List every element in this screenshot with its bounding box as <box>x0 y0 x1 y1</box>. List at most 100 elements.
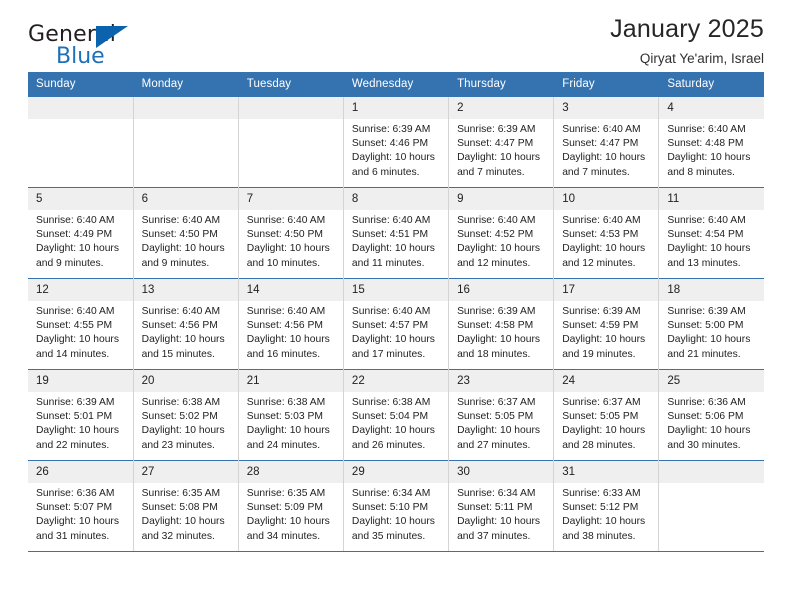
daylight-duration-line1: Daylight: 10 hours <box>141 243 225 255</box>
day-details: Sunrise: 6:33 AM Sunset: 5:12 PM Daylight:… <box>554 483 658 544</box>
calendar-day-cell[interactable]: 21 Sunrise: 6:38 AM Sunset: 5:03 PM Dayligh… <box>238 369 344 461</box>
day-details: Sunrise: 6:36 AM Sunset: 5:06 PM Daylight:… <box>659 392 764 453</box>
sunrise-time: Sunrise: 6:40 AM <box>562 124 641 135</box>
sunset-time: Sunset: 5:04 PM <box>351 411 429 423</box>
daylight-duration-line2: and 10 minutes. <box>246 257 321 269</box>
day-details: Sunrise: 6:40 AM Sunset: 4:56 PM Daylight:… <box>239 301 343 362</box>
day-number: 6 <box>133 188 238 210</box>
calendar-day-cell[interactable]: 24 Sunrise: 6:37 AM Sunset: 5:05 PM Dayligh… <box>553 369 660 461</box>
day-details: Sunrise: 6:40 AM Sunset: 4:54 PM Daylight:… <box>659 210 764 271</box>
calendar-day-cell-empty[interactable] <box>658 460 764 552</box>
sunrise-time: Sunrise: 6:40 AM <box>141 215 221 226</box>
calendar-day-cell[interactable]: 15 Sunrise: 6:40 AM Sunset: 4:57 PM Dayligh… <box>343 278 450 370</box>
calendar-day-cell[interactable]: 13 Sunrise: 6:40 AM Sunset: 4:56 PM Dayligh… <box>133 278 239 370</box>
calendar-day-cell[interactable]: 31 Sunrise: 6:33 AM Sunset: 5:12 PM Dayligh… <box>553 460 660 552</box>
day-details: Sunrise: 6:34 AM Sunset: 5:11 PM Daylight:… <box>449 483 553 544</box>
sunrise-time: Sunrise: 6:40 AM <box>246 215 326 226</box>
day-details: Sunrise: 6:39 AM Sunset: 5:00 PM Daylight:… <box>659 301 764 362</box>
calendar-day-cell[interactable]: 10 Sunrise: 6:40 AM Sunset: 4:53 PM Dayligh… <box>553 187 660 279</box>
calendar-day-cell[interactable]: 17 Sunrise: 6:39 AM Sunset: 4:59 PM Dayligh… <box>553 278 660 370</box>
calendar-day-cell[interactable]: 30 Sunrise: 6:34 AM Sunset: 5:11 PM Dayligh… <box>448 460 555 552</box>
calendar-page: General Blue January 2025 Qiryat Ye'arim… <box>0 0 792 612</box>
calendar-day-cell-empty[interactable] <box>28 96 134 188</box>
day-details: Sunrise: 6:40 AM Sunset: 4:50 PM Daylight:… <box>239 210 343 271</box>
calendar-day-cell[interactable]: 2 Sunrise: 6:39 AM Sunset: 4:47 PM Daylight… <box>448 96 555 188</box>
sunset-time: Sunset: 4:58 PM <box>457 320 534 332</box>
sunrise-time: Sunrise: 6:37 AM <box>562 397 641 408</box>
calendar-day-cell[interactable]: 20 Sunrise: 6:38 AM Sunset: 5:02 PM Dayligh… <box>133 369 239 461</box>
sunset-time: Sunset: 5:12 PM <box>562 502 639 514</box>
daylight-duration-line1: Daylight: 10 hours <box>457 334 541 346</box>
sunrise-time: Sunrise: 6:40 AM <box>562 215 641 226</box>
calendar-day-cell-empty[interactable] <box>238 96 344 188</box>
calendar-day-cell[interactable]: 25 Sunrise: 6:36 AM Sunset: 5:06 PM Dayligh… <box>658 369 764 461</box>
general-blue-logo[interactable]: General Blue <box>28 22 148 74</box>
sunrise-time: Sunrise: 6:33 AM <box>562 488 641 499</box>
daylight-duration-line2: and 16 minutes. <box>246 348 321 360</box>
calendar-day-cell[interactable]: 18 Sunrise: 6:39 AM Sunset: 5:00 PM Dayligh… <box>658 278 764 370</box>
calendar-day-cell-empty[interactable] <box>133 96 239 188</box>
daylight-duration-line2: and 15 minutes. <box>141 348 215 360</box>
daylight-duration-line2: and 7 minutes. <box>457 166 525 178</box>
calendar-day-cell[interactable]: 9 Sunrise: 6:40 AM Sunset: 4:52 PM Daylight… <box>448 187 555 279</box>
calendar-day-cell[interactable]: 19 Sunrise: 6:39 AM Sunset: 5:01 PM Dayligh… <box>28 369 134 461</box>
sunrise-time: Sunrise: 6:39 AM <box>457 306 536 317</box>
day-details: Sunrise: 6:40 AM Sunset: 4:47 PM Daylight:… <box>554 119 658 180</box>
calendar-day-cell[interactable]: 26 Sunrise: 6:36 AM Sunset: 5:07 PM Dayligh… <box>28 460 134 552</box>
calendar-day-cell[interactable]: 14 Sunrise: 6:40 AM Sunset: 4:56 PM Dayligh… <box>238 278 344 370</box>
calendar-day-cell[interactable]: 28 Sunrise: 6:35 AM Sunset: 5:09 PM Dayligh… <box>238 460 344 552</box>
calendar-grid: Sunday Monday Tuesday Wednesday Thursday… <box>28 72 764 552</box>
sunrise-time: Sunrise: 6:40 AM <box>457 215 536 226</box>
daylight-duration-line1: Daylight: 10 hours <box>351 152 435 164</box>
daylight-duration-line2: and 22 minutes. <box>36 439 110 451</box>
sunrise-time: Sunrise: 6:39 AM <box>667 306 746 317</box>
calendar-week-row: 5 Sunrise: 6:40 AM Sunset: 4:49 PM Daylight… <box>28 187 764 279</box>
daylight-duration-line2: and 30 minutes. <box>667 439 741 451</box>
calendar-day-cell[interactable]: 27 Sunrise: 6:35 AM Sunset: 5:08 PM Dayligh… <box>133 460 239 552</box>
sunset-time: Sunset: 4:51 PM <box>351 229 429 241</box>
calendar-day-cell[interactable]: 12 Sunrise: 6:40 AM Sunset: 4:55 PM Dayligh… <box>28 278 134 370</box>
day-details: Sunrise: 6:34 AM Sunset: 5:10 PM Daylight:… <box>344 483 448 544</box>
sunrise-time: Sunrise: 6:40 AM <box>246 306 326 317</box>
day-details: Sunrise: 6:40 AM Sunset: 4:56 PM Daylight:… <box>134 301 238 362</box>
calendar-day-cell[interactable]: 23 Sunrise: 6:37 AM Sunset: 5:05 PM Dayligh… <box>448 369 555 461</box>
daylight-duration-line1: Daylight: 10 hours <box>141 334 225 346</box>
calendar-day-cell[interactable]: 8 Sunrise: 6:40 AM Sunset: 4:51 PM Daylight… <box>343 187 450 279</box>
day-details: Sunrise: 6:40 AM Sunset: 4:52 PM Daylight:… <box>449 210 553 271</box>
daylight-duration-line1: Daylight: 10 hours <box>246 516 330 528</box>
calendar-day-cell[interactable]: 29 Sunrise: 6:34 AM Sunset: 5:10 PM Dayligh… <box>343 460 450 552</box>
sunrise-time: Sunrise: 6:40 AM <box>351 306 431 317</box>
calendar-day-cell[interactable]: 7 Sunrise: 6:40 AM Sunset: 4:50 PM Daylight… <box>238 187 344 279</box>
daylight-duration-line2: and 19 minutes. <box>562 348 636 360</box>
daylight-duration-line2: and 12 minutes. <box>562 257 636 269</box>
day-number: 29 <box>343 461 449 483</box>
calendar-day-cell[interactable]: 11 Sunrise: 6:40 AM Sunset: 4:54 PM Dayligh… <box>658 187 764 279</box>
sunset-time: Sunset: 5:06 PM <box>667 411 744 423</box>
title-block: January 2025 Qiryat Ye'arim, Israel <box>610 15 764 65</box>
day-details: Sunrise: 6:38 AM Sunset: 5:03 PM Daylight:… <box>239 392 343 453</box>
calendar-day-cell[interactable]: 16 Sunrise: 6:39 AM Sunset: 4:58 PM Dayligh… <box>448 278 555 370</box>
calendar-day-cell[interactable]: 3 Sunrise: 6:40 AM Sunset: 4:47 PM Daylight… <box>553 96 660 188</box>
day-number: 4 <box>659 97 764 119</box>
sunrise-time: Sunrise: 6:40 AM <box>36 215 115 226</box>
daylight-duration-line1: Daylight: 10 hours <box>351 243 435 255</box>
daylight-duration-line1: Daylight: 10 hours <box>351 516 435 528</box>
day-details: Sunrise: 6:40 AM Sunset: 4:53 PM Daylight:… <box>554 210 658 271</box>
calendar-day-cell[interactable]: 4 Sunrise: 6:40 AM Sunset: 4:48 PM Daylight… <box>658 96 764 188</box>
sunset-time: Sunset: 5:01 PM <box>36 411 113 423</box>
weekday-header-row: Sunday Monday Tuesday Wednesday Thursday… <box>28 72 764 97</box>
sunset-time: Sunset: 4:46 PM <box>351 138 429 150</box>
calendar-week-row: 1 Sunrise: 6:39 AM Sunset: 4:46 PM Daylight… <box>28 96 764 188</box>
day-number: 11 <box>659 188 764 210</box>
calendar-day-cell[interactable]: 1 Sunrise: 6:39 AM Sunset: 4:46 PM Daylight… <box>343 96 450 188</box>
daylight-duration-line1: Daylight: 10 hours <box>141 516 225 528</box>
day-number: 24 <box>554 370 659 392</box>
calendar-day-cell[interactable]: 5 Sunrise: 6:40 AM Sunset: 4:49 PM Daylight… <box>28 187 134 279</box>
calendar-day-cell[interactable]: 22 Sunrise: 6:38 AM Sunset: 5:04 PM Dayligh… <box>343 369 450 461</box>
daylight-duration-line1: Daylight: 10 hours <box>141 425 225 437</box>
sunset-time: Sunset: 5:00 PM <box>667 320 744 332</box>
calendar-day-cell[interactable]: 6 Sunrise: 6:40 AM Sunset: 4:50 PM Daylight… <box>133 187 239 279</box>
daylight-duration-line2: and 26 minutes. <box>351 439 426 451</box>
day-number: 16 <box>449 279 554 301</box>
sunrise-time: Sunrise: 6:40 AM <box>667 215 746 226</box>
